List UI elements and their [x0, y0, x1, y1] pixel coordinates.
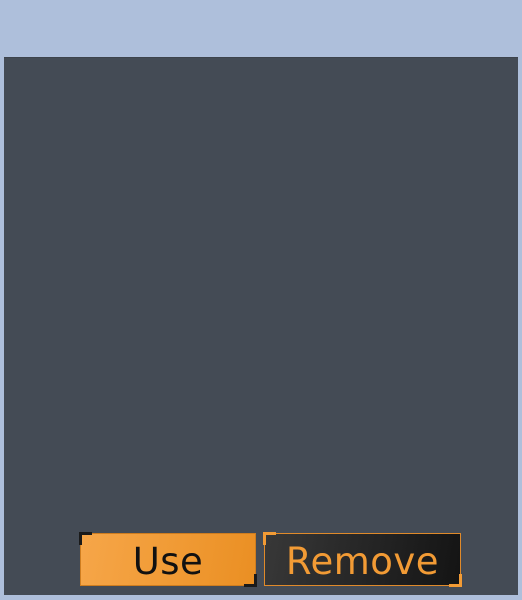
corner-bracket-icon [244, 574, 257, 587]
content-panel [4, 57, 518, 595]
top-band [0, 0, 522, 57]
use-button-label: Use [132, 540, 204, 583]
corner-bracket-icon [449, 574, 462, 587]
corner-bracket-icon [79, 532, 92, 545]
remove-button-label: Remove [285, 540, 440, 583]
bottom-band [0, 595, 522, 600]
corner-bracket-icon [263, 532, 276, 545]
use-button[interactable]: Use [79, 532, 257, 587]
remove-button[interactable]: Remove [263, 532, 462, 587]
